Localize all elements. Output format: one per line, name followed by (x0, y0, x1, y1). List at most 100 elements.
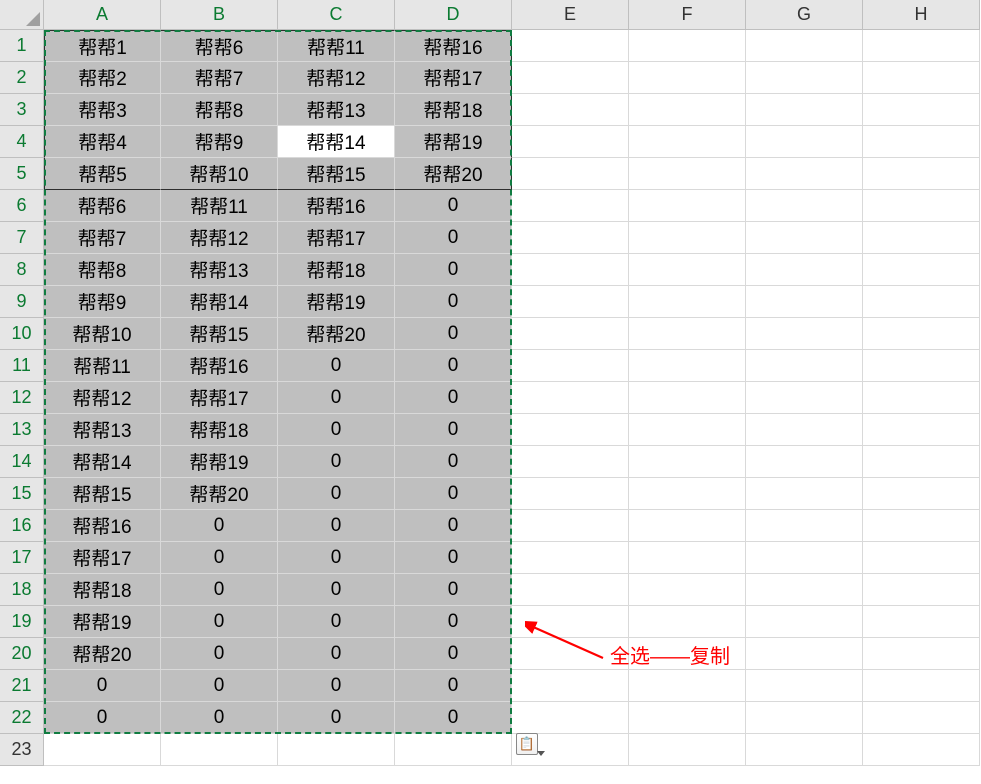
cell-E14[interactable] (512, 446, 629, 478)
cell-C6[interactable]: 帮帮16 (278, 190, 395, 222)
cell-G9[interactable] (746, 286, 863, 318)
select-all-corner[interactable] (0, 0, 44, 30)
cell-G23[interactable] (746, 734, 863, 766)
cell-G16[interactable] (746, 510, 863, 542)
cell-C1[interactable]: 帮帮11 (278, 30, 395, 62)
cell-H17[interactable] (863, 542, 980, 574)
cell-C23[interactable] (278, 734, 395, 766)
cell-E5[interactable] (512, 158, 629, 190)
cell-A5[interactable]: 帮帮5 (44, 158, 161, 190)
row-header-6[interactable]: 6 (0, 190, 44, 222)
cell-A19[interactable]: 帮帮19 (44, 606, 161, 638)
cell-D10[interactable]: 0 (395, 318, 512, 350)
cell-F16[interactable] (629, 510, 746, 542)
cell-H15[interactable] (863, 478, 980, 510)
cell-B18[interactable]: 0 (161, 574, 278, 606)
cell-H18[interactable] (863, 574, 980, 606)
cell-B5[interactable]: 帮帮10 (161, 158, 278, 190)
cell-D21[interactable]: 0 (395, 670, 512, 702)
cell-B15[interactable]: 帮帮20 (161, 478, 278, 510)
row-header-7[interactable]: 7 (0, 222, 44, 254)
cell-F6[interactable] (629, 190, 746, 222)
cell-D19[interactable]: 0 (395, 606, 512, 638)
cell-E17[interactable] (512, 542, 629, 574)
cell-D18[interactable]: 0 (395, 574, 512, 606)
cell-E6[interactable] (512, 190, 629, 222)
cell-F15[interactable] (629, 478, 746, 510)
row-header-16[interactable]: 16 (0, 510, 44, 542)
cell-F4[interactable] (629, 126, 746, 158)
row-header-23[interactable]: 23 (0, 734, 44, 766)
cell-F22[interactable] (629, 702, 746, 734)
cell-A7[interactable]: 帮帮7 (44, 222, 161, 254)
cell-C5[interactable]: 帮帮15 (278, 158, 395, 190)
cell-H2[interactable] (863, 62, 980, 94)
cell-C8[interactable]: 帮帮18 (278, 254, 395, 286)
cell-A11[interactable]: 帮帮11 (44, 350, 161, 382)
cell-G18[interactable] (746, 574, 863, 606)
cell-H14[interactable] (863, 446, 980, 478)
cell-B9[interactable]: 帮帮14 (161, 286, 278, 318)
cell-F17[interactable] (629, 542, 746, 574)
paste-options-button[interactable]: 📋 (516, 733, 538, 755)
cell-G10[interactable] (746, 318, 863, 350)
cell-B16[interactable]: 0 (161, 510, 278, 542)
cell-C11[interactable]: 0 (278, 350, 395, 382)
cell-A16[interactable]: 帮帮16 (44, 510, 161, 542)
cell-E19[interactable] (512, 606, 629, 638)
row-header-13[interactable]: 13 (0, 414, 44, 446)
cell-A2[interactable]: 帮帮2 (44, 62, 161, 94)
row-header-9[interactable]: 9 (0, 286, 44, 318)
cell-A12[interactable]: 帮帮12 (44, 382, 161, 414)
cell-A1[interactable]: 帮帮1 (44, 30, 161, 62)
cell-C10[interactable]: 帮帮20 (278, 318, 395, 350)
cell-B22[interactable]: 0 (161, 702, 278, 734)
cell-A13[interactable]: 帮帮13 (44, 414, 161, 446)
cell-B23[interactable] (161, 734, 278, 766)
cell-D23[interactable] (395, 734, 512, 766)
row-header-5[interactable]: 5 (0, 158, 44, 190)
cell-D14[interactable]: 0 (395, 446, 512, 478)
row-header-3[interactable]: 3 (0, 94, 44, 126)
cell-D12[interactable]: 0 (395, 382, 512, 414)
cell-B6[interactable]: 帮帮11 (161, 190, 278, 222)
cell-H21[interactable] (863, 670, 980, 702)
cell-C18[interactable]: 0 (278, 574, 395, 606)
cell-F23[interactable] (629, 734, 746, 766)
cell-C9[interactable]: 帮帮19 (278, 286, 395, 318)
row-header-14[interactable]: 14 (0, 446, 44, 478)
cell-B4[interactable]: 帮帮9 (161, 126, 278, 158)
cell-E16[interactable] (512, 510, 629, 542)
cell-G7[interactable] (746, 222, 863, 254)
cell-H16[interactable] (863, 510, 980, 542)
cell-E3[interactable] (512, 94, 629, 126)
cell-A6[interactable]: 帮帮6 (44, 190, 161, 222)
column-header-E[interactable]: E (512, 0, 629, 30)
cell-F8[interactable] (629, 254, 746, 286)
cell-F9[interactable] (629, 286, 746, 318)
cell-G1[interactable] (746, 30, 863, 62)
row-header-15[interactable]: 15 (0, 478, 44, 510)
cell-E1[interactable] (512, 30, 629, 62)
cell-B14[interactable]: 帮帮19 (161, 446, 278, 478)
column-header-F[interactable]: F (629, 0, 746, 30)
cell-C12[interactable]: 0 (278, 382, 395, 414)
column-header-A[interactable]: A (44, 0, 161, 30)
cell-H9[interactable] (863, 286, 980, 318)
cell-B19[interactable]: 0 (161, 606, 278, 638)
row-header-4[interactable]: 4 (0, 126, 44, 158)
row-header-17[interactable]: 17 (0, 542, 44, 574)
cell-D16[interactable]: 0 (395, 510, 512, 542)
column-header-C[interactable]: C (278, 0, 395, 30)
cell-E11[interactable] (512, 350, 629, 382)
cell-F2[interactable] (629, 62, 746, 94)
cell-A22[interactable]: 0 (44, 702, 161, 734)
row-header-8[interactable]: 8 (0, 254, 44, 286)
cell-A15[interactable]: 帮帮15 (44, 478, 161, 510)
cell-D7[interactable]: 0 (395, 222, 512, 254)
cell-F14[interactable] (629, 446, 746, 478)
cell-A20[interactable]: 帮帮20 (44, 638, 161, 670)
cell-H20[interactable] (863, 638, 980, 670)
cell-A18[interactable]: 帮帮18 (44, 574, 161, 606)
cell-F10[interactable] (629, 318, 746, 350)
